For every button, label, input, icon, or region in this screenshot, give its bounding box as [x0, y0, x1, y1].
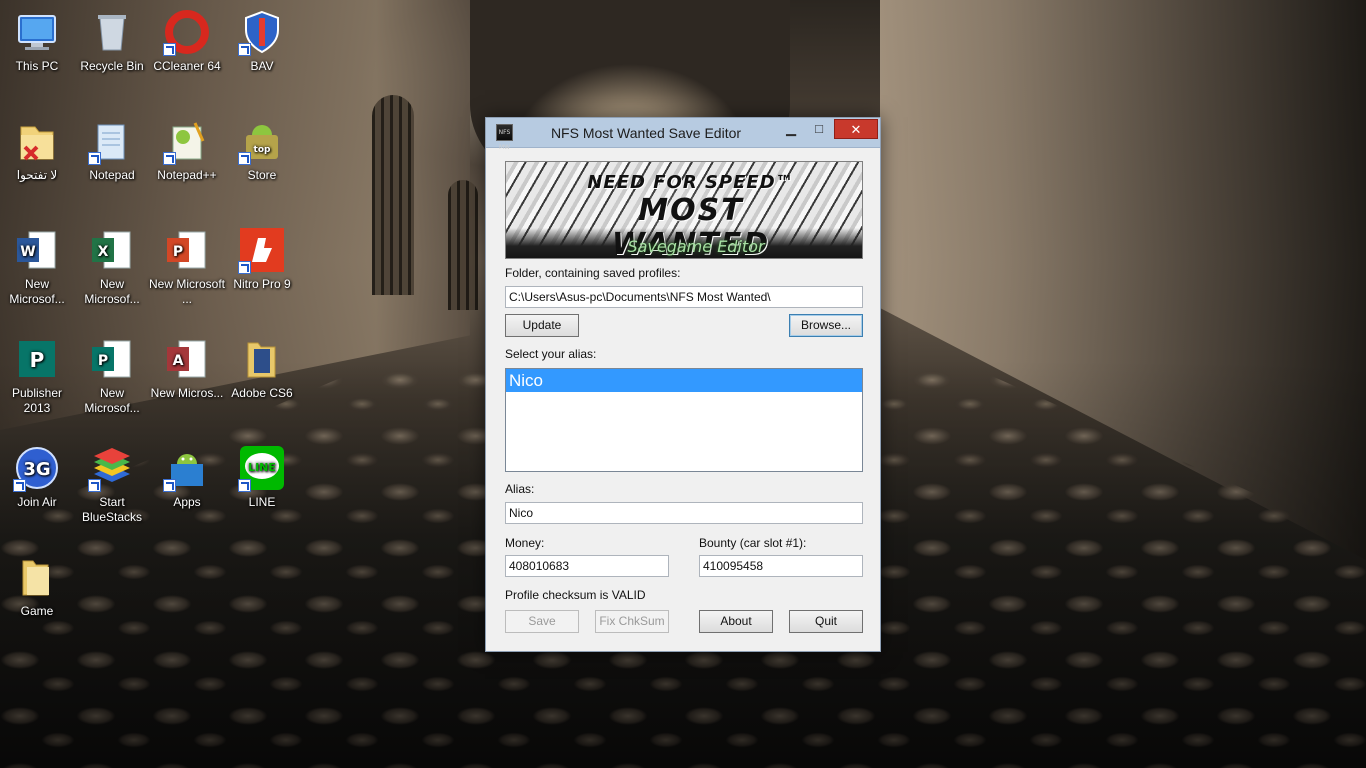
- alias-listbox[interactable]: Nico: [505, 368, 863, 472]
- recycle-bin-icon: [88, 8, 136, 56]
- folder-icon: [13, 117, 61, 165]
- access-icon: A: [163, 335, 211, 383]
- svg-text:W: W: [20, 244, 35, 260]
- desktop-icon-start-bluestacks[interactable]: Start BlueStacks: [74, 444, 150, 525]
- browse-button[interactable]: Browse...: [789, 314, 863, 337]
- desktop-icon-ccleaner[interactable]: CCleaner 64: [149, 8, 225, 74]
- svg-text:LINE: LINE: [248, 461, 276, 474]
- fix-checksum-button[interactable]: Fix ChkSum: [595, 610, 669, 633]
- wallpaper-barred-window: [372, 95, 414, 295]
- svg-text:X: X: [98, 244, 109, 260]
- desktop-icon-recycle-bin[interactable]: Recycle Bin: [74, 8, 150, 74]
- svg-text:P: P: [98, 353, 108, 369]
- alias-list-label: Select your alias:: [505, 347, 597, 361]
- desktop-icon-word-doc[interactable]: W New Microsof...: [0, 226, 75, 307]
- title-bar[interactable]: NFS MW NFS Most Wanted Save Editor ▁ □ ✕: [486, 118, 880, 151]
- minimize-button[interactable]: ▁: [778, 121, 804, 139]
- publisher-icon: P: [13, 335, 61, 383]
- shortcut-arrow-icon: [88, 479, 101, 492]
- svg-text:P: P: [30, 348, 45, 372]
- desktop-icon-publisher-doc[interactable]: P New Microsof...: [74, 335, 150, 416]
- shortcut-arrow-icon: [238, 152, 251, 165]
- nfs-save-editor-window[interactable]: NFS MW NFS Most Wanted Save Editor ▁ □ ✕…: [485, 117, 881, 652]
- desktop-icon-adobe-cs6[interactable]: Adobe CS6: [224, 335, 300, 401]
- bluestacks-icon: [88, 444, 136, 492]
- wallpaper-barred-window-small: [448, 180, 478, 310]
- shortcut-arrow-icon: [163, 152, 176, 165]
- excel-icon: X: [88, 226, 136, 274]
- shortcut-arrow-icon: [88, 152, 101, 165]
- svg-text:P: P: [173, 244, 183, 260]
- nfs-banner-image: NEED FOR SPEED™ MOST WANTED Savegame Edi…: [505, 161, 863, 259]
- alias-label: Alias:: [505, 482, 535, 496]
- line-icon: LINE: [238, 444, 286, 492]
- money-field[interactable]: 408010683: [505, 555, 669, 577]
- desktop-icon-apps[interactable]: Apps: [149, 444, 225, 510]
- svg-text:A: A: [173, 353, 184, 369]
- alias-field[interactable]: Nico: [505, 502, 863, 524]
- list-item[interactable]: Nico: [506, 369, 862, 392]
- notepad-icon: [88, 117, 136, 165]
- desktop-icon-notepadpp[interactable]: Notepad++: [149, 117, 225, 183]
- shortcut-arrow-icon: [238, 43, 251, 56]
- notepadpp-icon: [163, 117, 211, 165]
- shortcut-arrow-icon: [238, 479, 251, 492]
- shortcut-arrow-icon: [238, 261, 251, 274]
- nitro-icon: [238, 226, 286, 274]
- desktop-icon-line[interactable]: LINE LINE: [224, 444, 300, 510]
- desktop-icon-nitro-pro[interactable]: Nitro Pro 9: [224, 226, 300, 292]
- desktop-icon-this-pc[interactable]: This PC: [0, 8, 75, 74]
- bounty-field[interactable]: 410095458: [699, 555, 863, 577]
- shortcut-arrow-icon: [163, 479, 176, 492]
- android-store-icon: top: [238, 117, 286, 165]
- folder-path-field[interactable]: C:\Users\Asus-pc\Documents\NFS Most Want…: [505, 286, 863, 308]
- update-button[interactable]: Update: [505, 314, 579, 337]
- folder-icon: [238, 335, 286, 383]
- 3g-icon: 3G: [13, 444, 61, 492]
- svg-text:3G: 3G: [23, 459, 50, 480]
- desktop-icon-powerpoint-doc[interactable]: P New Microsoft ...: [149, 226, 225, 307]
- desktop-icon-join-air[interactable]: 3G Join Air: [0, 444, 75, 510]
- close-button[interactable]: ✕: [834, 119, 878, 139]
- desktop-icon-folder-arabic[interactable]: لا تفتحوا: [0, 117, 75, 183]
- android-apps-icon: [163, 444, 211, 492]
- checksum-status: Profile checksum is VALID: [505, 588, 646, 602]
- folder-icon: [13, 553, 61, 601]
- svg-text:top: top: [254, 145, 271, 155]
- powerpoint-icon: P: [163, 226, 211, 274]
- desktop-icon-access-doc[interactable]: A New Micros...: [149, 335, 225, 401]
- shield-icon: [238, 8, 286, 56]
- desktop-icon-excel-doc[interactable]: X New Microsof...: [74, 226, 150, 307]
- shortcut-arrow-icon: [13, 479, 26, 492]
- shortcut-arrow-icon: [163, 43, 176, 56]
- banner-subtitle: Savegame Editor: [627, 237, 765, 256]
- folder-label: Folder, containing saved profiles:: [505, 266, 681, 280]
- ccleaner-icon: [163, 8, 211, 56]
- desktop-icon-game[interactable]: Game: [0, 553, 75, 619]
- word-icon: W: [13, 226, 61, 274]
- about-button[interactable]: About: [699, 610, 773, 633]
- window-title: NFS Most Wanted Save Editor: [550, 125, 742, 141]
- desktop-icon-notepad[interactable]: Notepad: [74, 117, 150, 183]
- desktop-icon-bav[interactable]: BAV: [224, 8, 300, 74]
- desktop-icon-publisher-2013[interactable]: P Publisher 2013: [0, 335, 75, 416]
- desktop-icon-store[interactable]: top Store: [224, 117, 300, 183]
- publisher-doc-icon: P: [88, 335, 136, 383]
- banner-logo-line1: NEED FOR SPEED™: [587, 172, 795, 193]
- computer-icon: [13, 8, 61, 56]
- bounty-label: Bounty (car slot #1):: [699, 536, 807, 550]
- money-label: Money:: [505, 536, 545, 550]
- maximize-button[interactable]: □: [806, 121, 832, 139]
- save-button[interactable]: Save: [505, 610, 579, 633]
- quit-button[interactable]: Quit: [789, 610, 863, 633]
